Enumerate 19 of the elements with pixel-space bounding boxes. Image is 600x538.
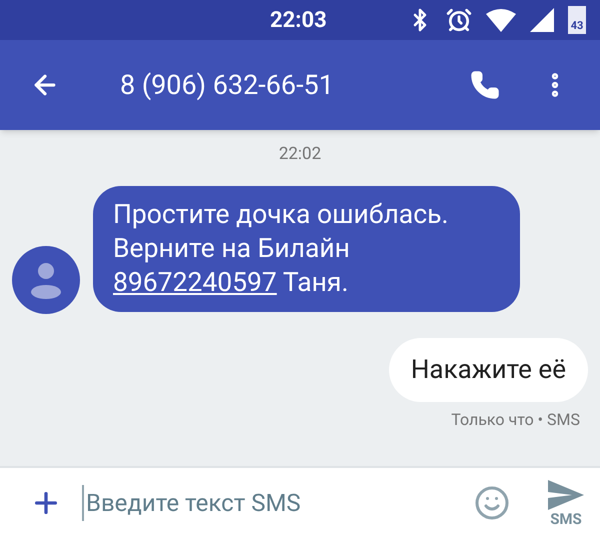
contact-title: 8 (906) 632-66-51: [120, 68, 334, 103]
message-bubble: Накажите её: [388, 338, 588, 402]
alarm-icon: [446, 7, 472, 33]
call-button[interactable]: [470, 70, 500, 100]
send-label[interactable]: SMS: [550, 512, 582, 526]
message-bubble: Простите дочка ошиблась. Верните на Билайн 89672240597 Таня.: [93, 186, 520, 312]
emoji-button[interactable]: [474, 485, 510, 521]
composer-bar[interactable]: Введите текст SMS SMS: [0, 466, 600, 538]
battery-icon: 43: [568, 6, 586, 34]
wifi-icon: [486, 8, 516, 32]
send-button[interactable]: SMS: [548, 480, 584, 526]
send-icon[interactable]: [548, 480, 584, 510]
status-time: 22:03: [270, 6, 327, 34]
signal-icon: [530, 8, 554, 32]
message-meta: Только что • SMS: [451, 408, 580, 430]
avatar-icon: [12, 246, 80, 314]
message-input[interactable]: Введите текст SMS: [82, 485, 474, 521]
phone-link[interactable]: 89672240597: [113, 266, 277, 298]
message-timestamp: 22:02: [278, 143, 322, 166]
